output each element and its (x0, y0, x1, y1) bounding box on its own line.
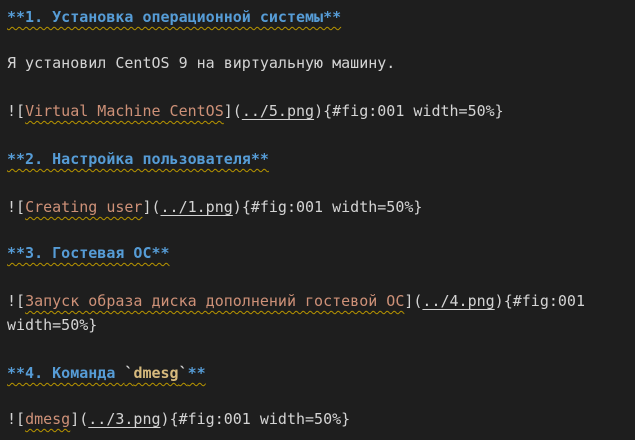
heading-4-bold-close: ** (187, 364, 206, 382)
heading-1: **1. Установка операционной системы** (7, 8, 342, 26)
image-close: ) (494, 292, 504, 310)
image-alt-text: Запуск образа диска дополнений гостевой … (25, 292, 405, 310)
heading-4: **4. Команда `dmesg`** (7, 362, 206, 384)
heading-2: **2. Настройка пользователя** (7, 150, 269, 168)
editor-pane[interactable]: **1. Установка операционной системы** Я … (0, 0, 635, 440)
image-attributes: {#fig:001 width=50%} (169, 410, 351, 428)
heading-4-backtick-close: ` (178, 364, 188, 382)
image-attributes-wrapped: width=50%} (7, 316, 98, 334)
heading-4-code: dmesg (133, 364, 179, 382)
image-mid: ]( (70, 410, 89, 428)
image-attributes: {#fig:001 width=50%} (241, 198, 423, 216)
heading-3: **3. Гостевая ОС** (7, 244, 170, 262)
image-line-3: ![Запуск образа диска дополнений гостево… (7, 290, 585, 312)
image-link-url[interactable]: ../1.png (161, 198, 233, 216)
image-prefix: ![ (7, 292, 26, 310)
image-alt-text: Virtual Machine CentOS (25, 102, 224, 120)
image-prefix: ![ (7, 198, 26, 216)
image-alt-text: dmesg (25, 410, 71, 428)
image-close: ) (314, 102, 324, 120)
image-close: ) (160, 410, 170, 428)
image-close: ) (232, 198, 242, 216)
image-alt-text: Creating user (25, 198, 143, 216)
image-link-url[interactable]: ../3.png (88, 410, 160, 428)
image-prefix: ![ (7, 410, 26, 428)
image-link-url[interactable]: ../5.png (242, 102, 314, 120)
image-line-2: ![Creating user](../1.png){#fig:001 widt… (7, 196, 422, 218)
image-mid: ]( (404, 292, 423, 310)
image-attributes: {#fig:001 (503, 292, 585, 310)
image-mid: ]( (223, 102, 242, 120)
image-attributes: {#fig:001 width=50%} (323, 102, 504, 120)
image-line-1: ![Virtual Machine CentOS](../5.png){#fig… (7, 100, 504, 122)
image-line-4: ![dmesg](../3.png){#fig:001 width=50%} (7, 408, 350, 430)
image-mid: ]( (142, 198, 161, 216)
image-link-url[interactable]: ../4.png (422, 292, 494, 310)
image-prefix: ![ (7, 102, 26, 120)
heading-4-text: **4. Команда (7, 364, 125, 382)
paragraph-1: Я установил CentOS 9 на виртуальную маши… (7, 54, 396, 72)
